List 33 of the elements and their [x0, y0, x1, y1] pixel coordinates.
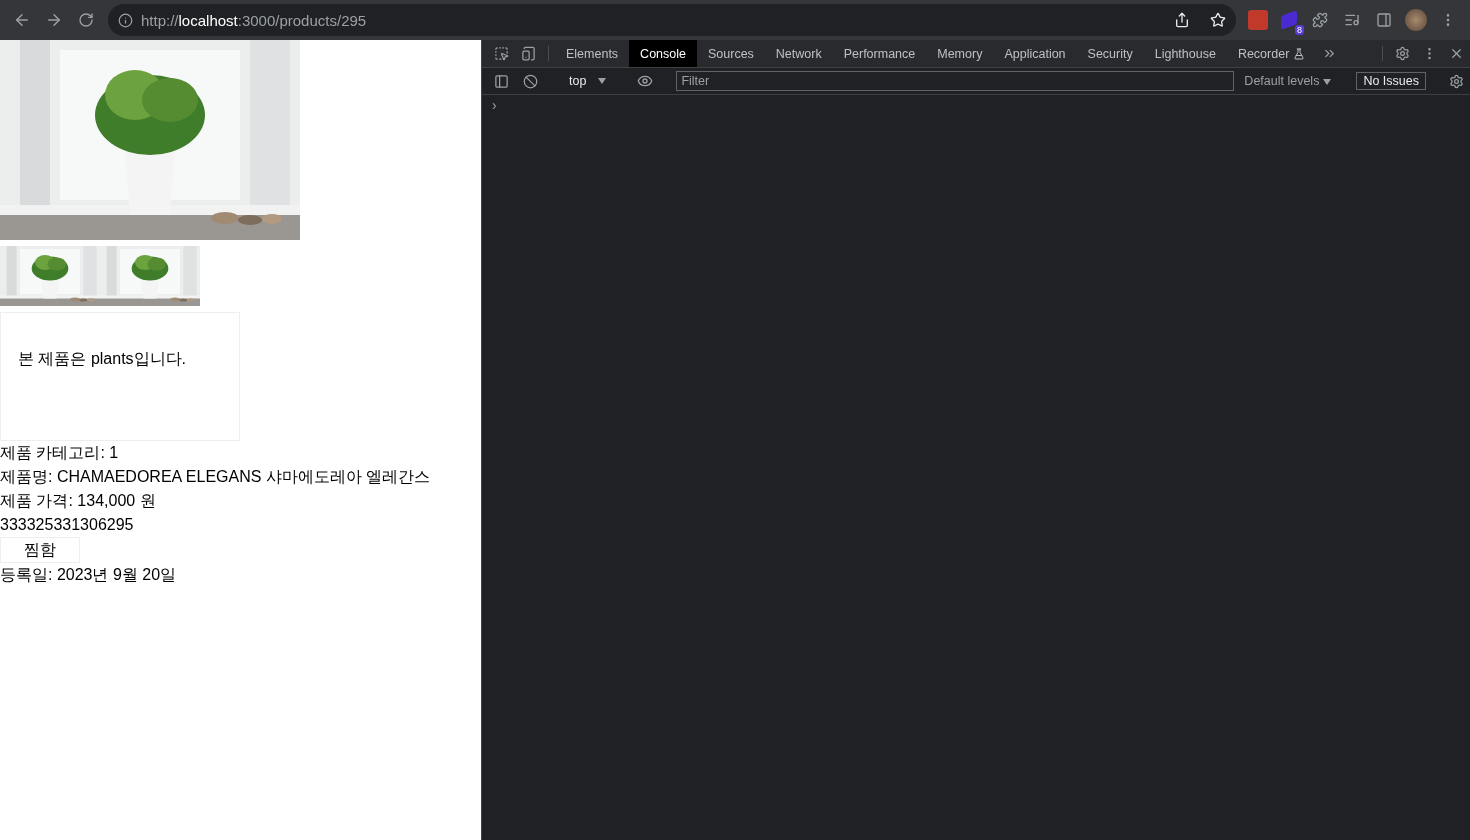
- filter-field[interactable]: Filter: [676, 71, 1235, 91]
- registered-date-text: 등록일: 2023년 9월 20일: [0, 565, 177, 585]
- devtools-tab[interactable]: Application: [993, 40, 1077, 67]
- devtools-tab[interactable]: Performance: [832, 40, 927, 67]
- info-icon: [118, 12, 133, 28]
- bookmark-star-icon[interactable]: [1210, 12, 1226, 28]
- url-text: http://localhost:3000/products/295: [141, 11, 367, 29]
- devtools-tab[interactable]: Lighthouse: [1143, 40, 1227, 67]
- console-prompt: ›: [492, 97, 498, 113]
- caret-icon: [1323, 79, 1332, 85]
- product-info-text: 333325331306295: [0, 515, 134, 535]
- reload-icon[interactable]: [78, 12, 94, 28]
- product-info-text: 제품 가격: 134,000 원: [0, 491, 156, 511]
- devtools-tab[interactable]: Recorder: [1226, 40, 1317, 67]
- devtools-tab[interactable]: Network: [764, 40, 833, 67]
- share-icon[interactable]: [1174, 12, 1190, 28]
- levels-dropdown[interactable]: Default levels: [1236, 74, 1340, 88]
- back-icon[interactable]: [13, 11, 31, 29]
- forward-icon[interactable]: [45, 11, 63, 29]
- devtools-tab[interactable]: Memory: [926, 40, 994, 67]
- description-text: 본 제품은 plants입니다.: [18, 349, 187, 369]
- devtools-tab[interactable]: Console: [629, 40, 697, 67]
- product-info-text: 제품 카테고리: 1: [0, 443, 119, 463]
- wish-button[interactable]: 찜함: [0, 537, 80, 563]
- extension-badge: 8: [1295, 25, 1304, 35]
- devtools-tab[interactable]: Security: [1076, 40, 1144, 67]
- devtools-tab[interactable]: Elements: [555, 40, 630, 67]
- caret-icon: [598, 78, 607, 84]
- devtools-tab[interactable]: Sources: [697, 40, 765, 67]
- address-bar[interactable]: http://localhost:3000/products/295: [108, 4, 1236, 36]
- issues-button[interactable]: No Issues: [1356, 72, 1426, 90]
- product-info-text: 제품명: CHAMAEDOREA ELEGANS 샤마에도레아 엘레간스: [0, 467, 431, 487]
- context-dropdown[interactable]: top: [561, 74, 615, 88]
